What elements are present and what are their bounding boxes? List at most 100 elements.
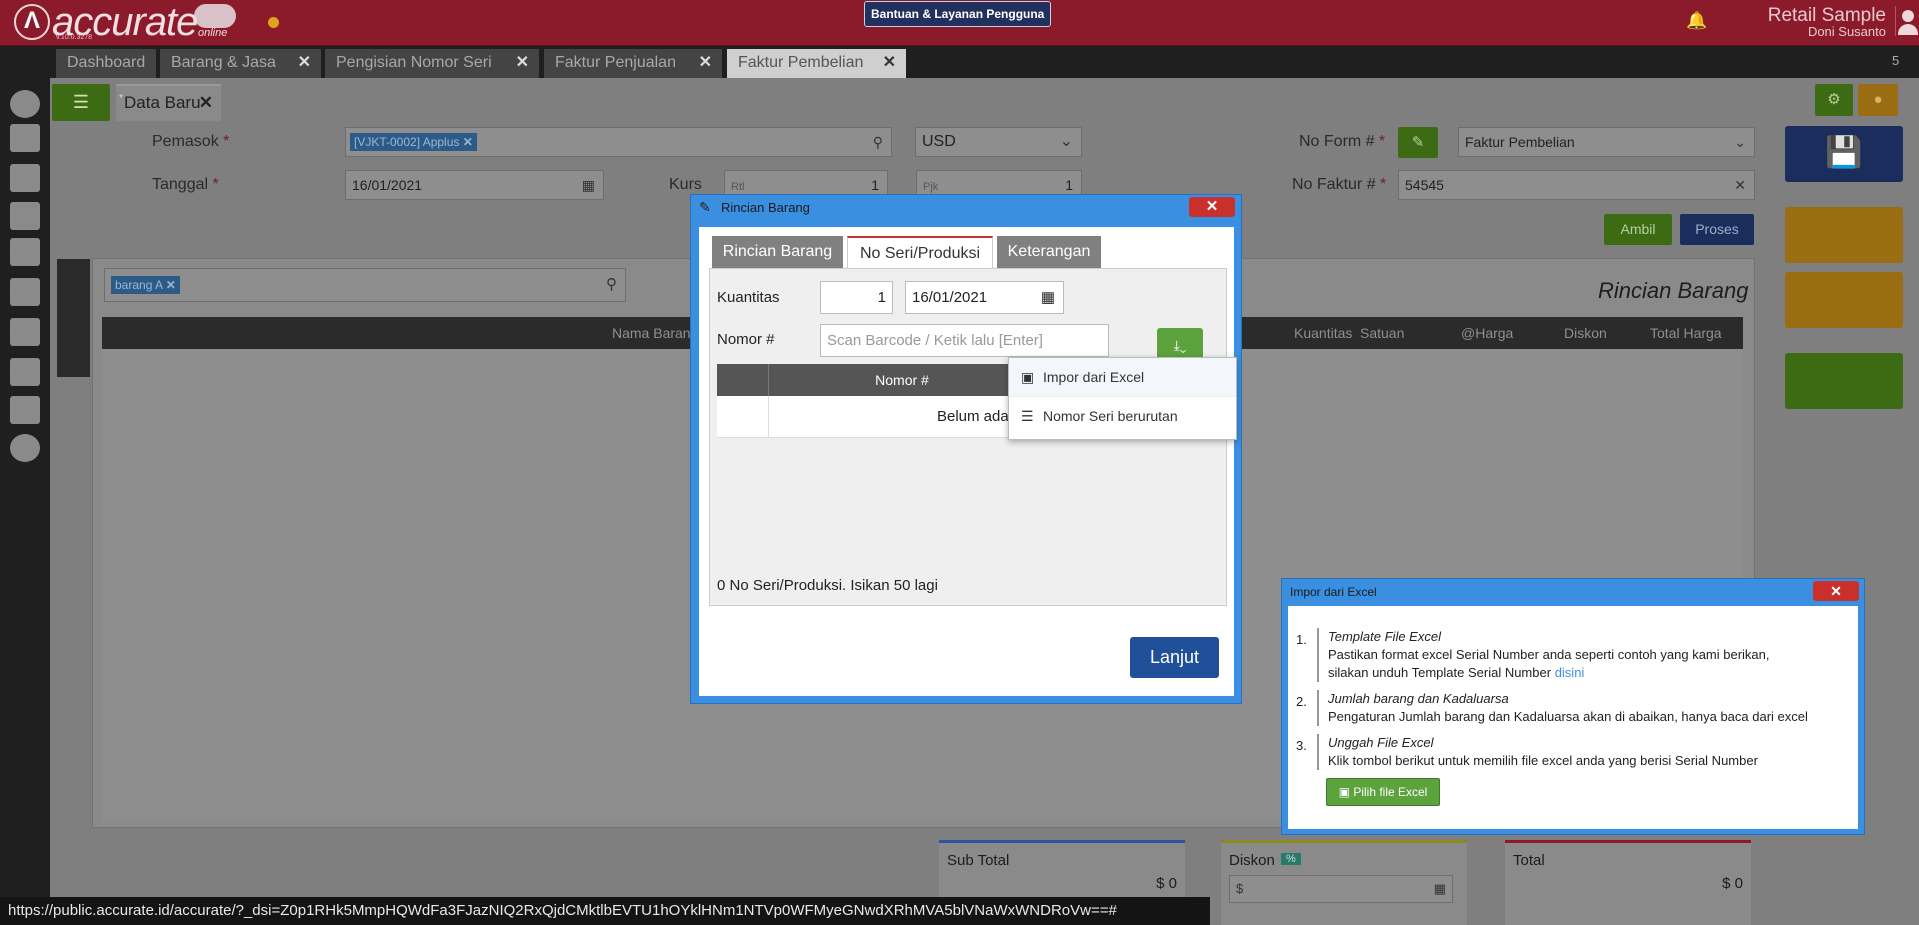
dialog-body: Rincian Barang No Seri/Produksi Keterang… [699,227,1234,696]
close-dialog-button[interactable]: ✕ [1813,581,1859,601]
user-avatar-icon[interactable] [1895,6,1919,36]
settings-icon[interactable] [10,90,40,118]
tanggal-label: Tanggal * [152,176,219,193]
column-header[interactable]: Nomor # [769,372,1035,388]
report-pie-icon[interactable] [10,434,40,462]
percent-badge[interactable]: % [1281,853,1301,865]
app-logo-sub: online [198,27,228,39]
list-view-button[interactable]: ☰ [52,84,110,121]
inventory-icon[interactable] [10,318,40,346]
step-title: Jumlah barang dan Kadaluarsa [1328,691,1509,706]
nofaktur-field[interactable]: 54545 ✕ [1398,170,1755,200]
step-text: Pengaturan Jumlah barang dan Kadaluarsa … [1328,709,1808,724]
dialog-title[interactable]: Rincian Barang [691,195,1241,221]
close-tab-icon[interactable]: ✕ [883,49,896,77]
menu-item-label: Nomor Seri berurutan [1043,408,1178,424]
dialog-title[interactable]: Impor dari Excel [1290,585,1377,599]
save-icon[interactable]: 💾 [1785,126,1903,182]
pemasok-chip[interactable]: [VJKT-0002] Applus ✕ [350,133,477,151]
diskon-input[interactable]: $ ▦ [1229,875,1453,903]
lightbulb-icon[interactable]: ● [1858,84,1898,116]
template-download-link[interactable]: disini [1555,665,1585,680]
column-header[interactable]: @Harga [1461,325,1513,341]
tab-barang-jasa[interactable]: Barang & Jasa ✕ [160,49,322,78]
cart-icon[interactable] [10,238,40,266]
nofaktur-label: No Faktur # * [1292,176,1387,193]
tab-no-seri-produksi[interactable]: No Seri/Produksi [847,236,993,268]
close-tab-icon[interactable]: ✕ [699,49,712,77]
ambil-button[interactable]: Ambil [1604,214,1672,245]
document-tab[interactable]: * Data Baru ✕ [116,84,221,121]
expiry-date-input[interactable]: 16/01/2021 ▦ [905,281,1064,314]
status-url: https://public.accurate.id/accurate/?_ds… [0,897,1210,925]
close-dialog-button[interactable]: ✕ [1189,197,1235,217]
noform-select[interactable]: Faktur Pembelian ⌄ [1458,127,1755,157]
excel-file-icon: ▣ [1338,785,1354,799]
tab-count: 5 [1892,53,1900,68]
search-icon[interactable]: ⚲ [606,275,617,293]
chevron-down-icon: ⌄ [1734,134,1746,150]
tanggal-field[interactable]: 16/01/2021 ▦ [345,170,604,200]
item-chip[interactable]: barang A ✕ [111,276,180,294]
lanjut-button[interactable]: Lanjut [1130,637,1219,678]
column-header[interactable]: Kuantitas [1294,325,1352,341]
nomor-seri-input[interactable]: Scan Barcode / Ketik lalu [Enter] [820,324,1109,357]
item-search-field[interactable]: barang A ✕ ⚲ [104,268,626,302]
list-icon: ☰ [1021,408,1034,424]
clear-icon[interactable]: ✕ [1734,171,1746,199]
gear-icon[interactable]: ⚙ [1815,84,1853,116]
tab-faktur-pembelian[interactable]: Faktur Pembelian ✕ [727,49,907,78]
tab-rincian-barang[interactable]: Rincian Barang [712,236,843,268]
currency-value: USD [922,133,956,150]
pemasok-label: Pemasok * [152,133,230,150]
calendar-icon[interactable]: ▦ [582,171,595,199]
search-icon[interactable]: ⚲ [873,128,883,156]
column-header[interactable]: Diskon [1564,325,1607,341]
column-header[interactable]: Total Harga [1650,325,1722,341]
user-name[interactable]: Doni Susanto [1730,24,1886,39]
menu-item-nomor-berurutan[interactable]: ☰ Nomor Seri berurutan [1009,396,1236,434]
column-header[interactable]: Satuan [1360,325,1404,341]
remove-chip-icon[interactable]: ✕ [463,135,473,149]
briefcase-icon[interactable] [1785,353,1903,409]
wallet-icon[interactable] [10,202,40,230]
noform-label: No Form # * [1299,133,1386,150]
print-icon[interactable] [1785,207,1903,263]
help-button[interactable]: Bantuan & Layanan Pengguna [864,1,1052,27]
column-header[interactable]: Nama Barang [612,325,698,341]
accurate-logo-icon[interactable]: Λ [14,4,50,40]
tab-keterangan[interactable]: Keterangan [997,236,1101,268]
bell-icon[interactable]: 🔔 [1686,11,1707,31]
calendar-icon[interactable]: ▦ [1041,282,1055,313]
close-tab-icon[interactable]: ✕ [298,49,311,77]
total-label: Total [1513,852,1545,869]
empty-message: Belum ada [937,408,1009,425]
close-tab-icon[interactable]: ✕ [516,49,529,77]
purchase-bag-icon[interactable] [10,278,40,306]
currency-select[interactable]: USD ⌄ [915,127,1082,157]
tab-dashboard[interactable]: Dashboard [56,49,157,78]
edit-pencil-icon[interactable]: ✎ [1398,127,1438,158]
proses-button[interactable]: Proses [1680,214,1754,245]
tab-label: Faktur Pembelian [738,54,864,71]
close-document-icon[interactable]: ✕ [199,86,213,120]
pilih-file-excel-button[interactable]: ▣ Pilih file Excel [1326,778,1440,806]
tab-faktur-penjualan[interactable]: Faktur Penjualan ✕ [544,49,723,78]
module-tab-bar: Dashboard Barang & Jasa ✕ Pengisian Nomor… [0,46,1919,78]
calculator-icon[interactable]: ▦ [1434,876,1446,902]
pemasok-field[interactable]: [VJKT-0002] Applus ✕ ⚲ [345,127,892,157]
dashboard-icon[interactable] [10,124,40,152]
import-dropdown-menu: ▣ Impor dari Excel ☰ Nomor Seri berurutan [1008,357,1237,440]
ledger-icon[interactable] [10,164,40,192]
remove-chip-icon[interactable]: ✕ [166,278,176,292]
menu-item-impor-excel[interactable]: ▣ Impor dari Excel [1009,358,1236,396]
tab-pengisian-nomor-seri[interactable]: Pengisian Nomor Seri ✕ [325,49,540,78]
money-icon[interactable] [10,396,40,424]
attachment-icon[interactable] [1785,272,1903,328]
kuantitas-input[interactable]: 1 [820,281,893,314]
rincian-barang-dialog: ✎ Rincian Barang ✕ Rincian Barang No Ser… [690,194,1242,704]
diskon-label: Diskon [1229,852,1275,869]
kuantitas-label: Kuantitas [717,289,780,306]
building-icon[interactable] [10,358,40,386]
kurs-pajak-placeholder: Pjk [923,181,939,193]
